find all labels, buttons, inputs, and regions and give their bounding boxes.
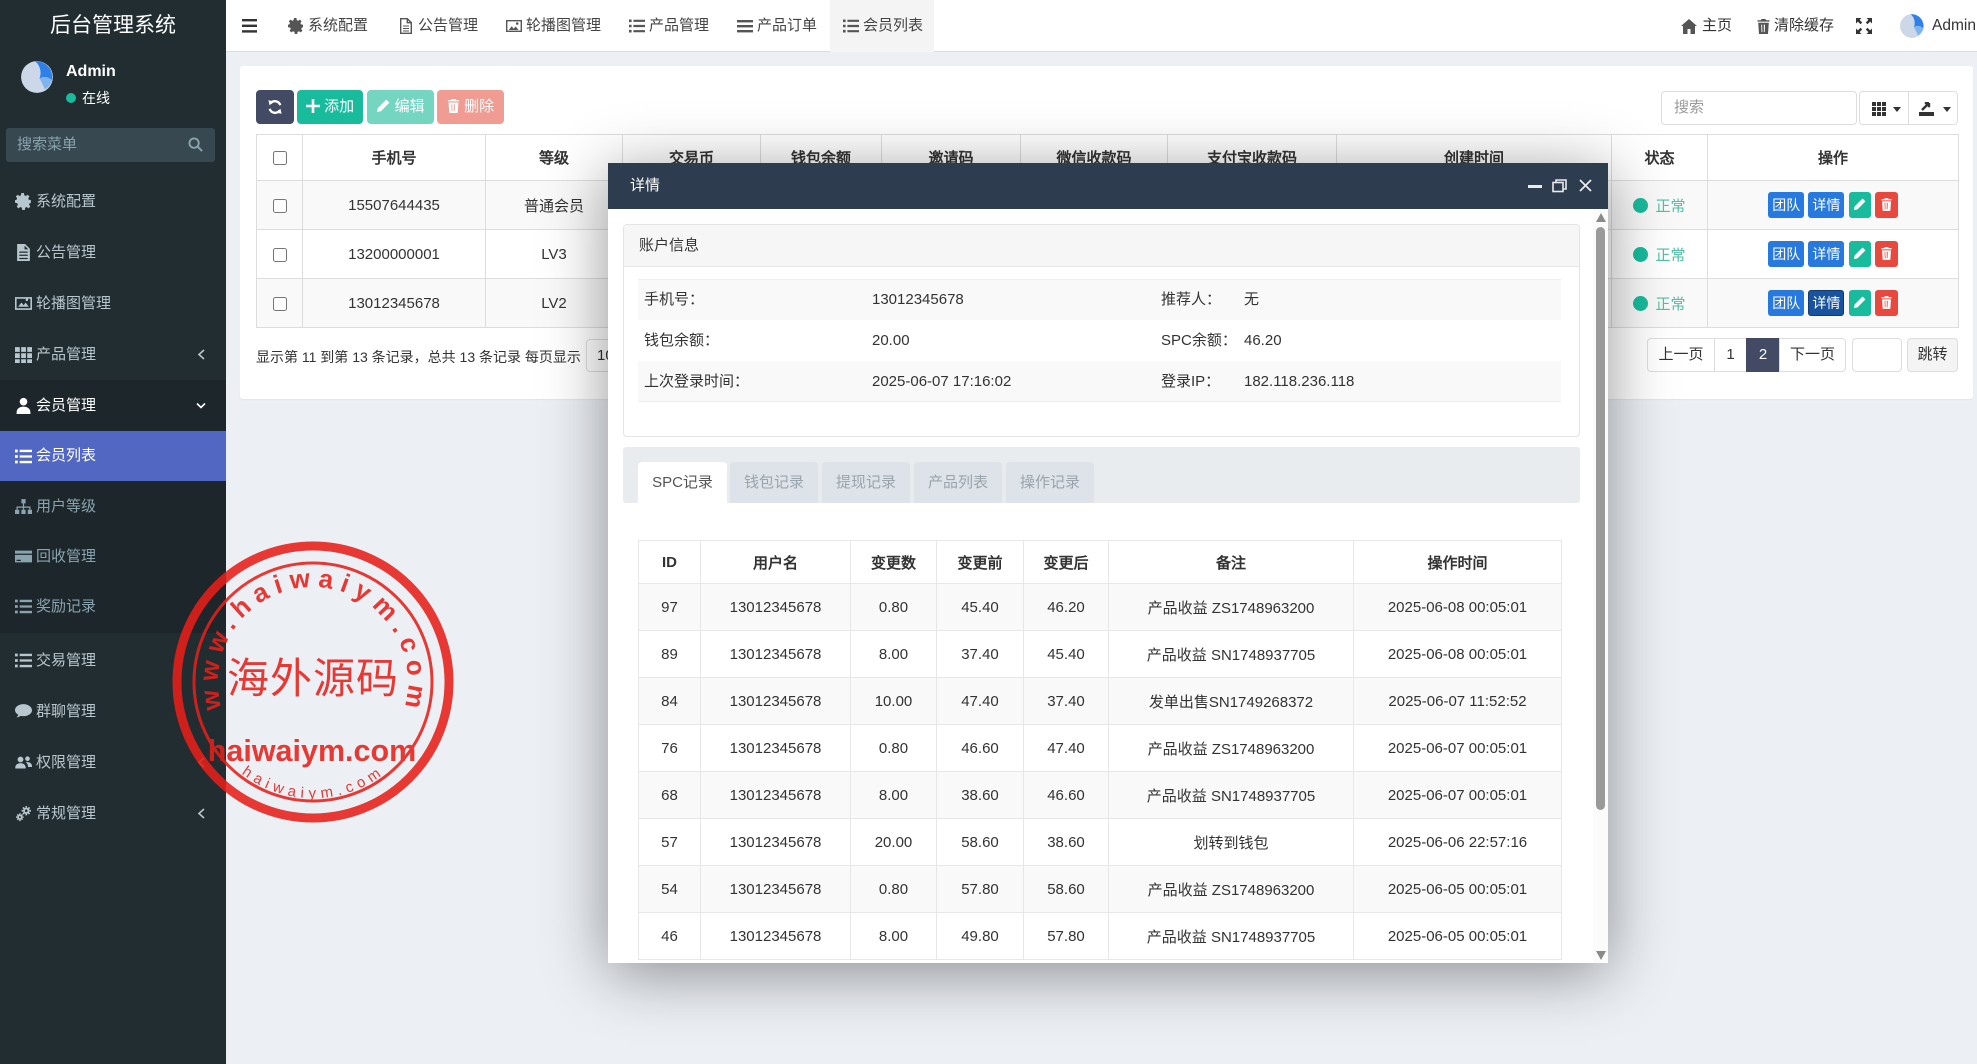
svg-text:海外源码: 海外源码 [227, 657, 399, 703]
svg-text:haiwaiym.com: haiwaiym.com [239, 762, 388, 802]
svg-text:haiwaiym.com: haiwaiym.com [208, 734, 417, 768]
